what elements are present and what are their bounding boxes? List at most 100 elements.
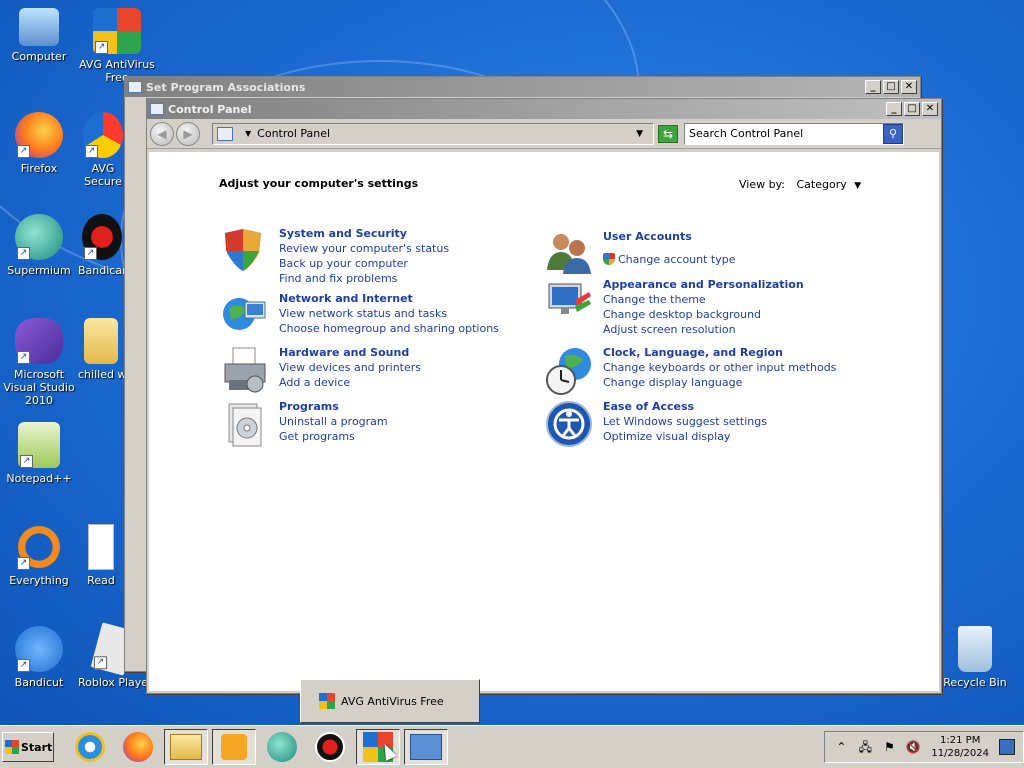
volume-muted-icon[interactable]: 🔇 bbox=[905, 739, 921, 755]
window-titlebar[interactable]: Set Program Associations _ □ ✕ bbox=[125, 77, 920, 97]
avg-antivirus-icon[interactable] bbox=[356, 729, 400, 765]
close-button[interactable]: ✕ bbox=[922, 102, 938, 116]
category-title[interactable]: System and Security bbox=[279, 227, 449, 241]
minimize-button[interactable]: _ bbox=[886, 102, 902, 116]
shield-icon bbox=[221, 227, 271, 277]
network-icon[interactable]: 🖧 bbox=[857, 739, 873, 755]
category-link[interactable]: Add a device bbox=[279, 375, 421, 390]
internet-explorer-icon[interactable] bbox=[68, 729, 112, 765]
system-clock[interactable]: 1:21 PM 11/28/2024 bbox=[931, 734, 989, 760]
category-link[interactable]: Change desktop background bbox=[603, 307, 804, 322]
address-bar[interactable]: ▼ Control Panel ▼ bbox=[212, 122, 654, 145]
search-input[interactable] bbox=[685, 127, 883, 140]
category-link[interactable]: Review your computer's status bbox=[279, 241, 449, 256]
back-button[interactable]: ◀ bbox=[150, 121, 174, 146]
desktop-icon-label: Notepad++ bbox=[6, 472, 72, 485]
breadcrumb[interactable]: Control Panel bbox=[257, 127, 636, 140]
view-by-dropdown[interactable]: Category bbox=[797, 178, 847, 191]
category-link[interactable]: Adjust screen resolution bbox=[603, 322, 804, 337]
taskbar: Start ⌃ 🖧 ⚑ 🔇 1:21 PM 11/28/2024 bbox=[0, 725, 1024, 768]
category-title[interactable]: Hardware and Sound bbox=[279, 346, 421, 360]
category-title[interactable]: Clock, Language, and Region bbox=[603, 346, 836, 360]
category-link[interactable]: Get programs bbox=[279, 429, 388, 444]
window-titlebar[interactable]: Control Panel _ □ ✕ bbox=[147, 99, 941, 119]
desktop-icon-label: Microsoft Visual Studio 2010 bbox=[3, 368, 75, 407]
category-link[interactable]: Choose homegroup and sharing options bbox=[279, 321, 499, 336]
category-link[interactable]: Change display language bbox=[603, 375, 836, 390]
category-link[interactable]: Find and fix problems bbox=[279, 271, 449, 286]
refresh-button[interactable]: ⇆ bbox=[658, 124, 678, 143]
supermium-icon[interactable] bbox=[260, 729, 304, 765]
show-hidden-icons-icon[interactable]: ⌃ bbox=[833, 739, 849, 755]
clock-date: 11/28/2024 bbox=[931, 748, 989, 759]
chevron-down-icon[interactable]: ▼ bbox=[636, 129, 643, 139]
bandicut-icon: ↗ bbox=[15, 626, 63, 672]
control-panel-icon[interactable] bbox=[404, 729, 448, 765]
category-title[interactable]: Ease of Access bbox=[603, 400, 767, 414]
category-link[interactable]: Change keyboards or other input methods bbox=[603, 360, 836, 375]
desktop-icon-label: Read bbox=[87, 574, 115, 587]
category-link[interactable]: Back up your computer bbox=[279, 256, 449, 271]
desktop-icon-supermium[interactable]: ↗ Supermium bbox=[0, 214, 78, 277]
category-link[interactable]: View devices and printers bbox=[279, 360, 421, 375]
action-center-flag-icon[interactable]: ⚑ bbox=[881, 739, 897, 755]
monitor-paint-icon bbox=[545, 278, 595, 328]
search-icon[interactable]: ⚲ bbox=[883, 123, 903, 144]
desktop-icon-label: Bandicam bbox=[78, 264, 126, 277]
users-icon bbox=[545, 230, 595, 280]
desktop-icon-bandicut[interactable]: ↗ Bandicut bbox=[0, 626, 78, 689]
desktop-icon-recycle-bin[interactable]: Recycle Bin bbox=[936, 626, 1014, 689]
desktop-icon-label: AVG Secure Browser bbox=[84, 162, 122, 188]
category-system-security: System and Security Review your computer… bbox=[221, 227, 449, 286]
category-link[interactable]: View network status and tasks bbox=[279, 306, 499, 321]
desktop-icon-visual-studio[interactable]: ↗ Microsoft Visual Studio 2010 bbox=[0, 318, 78, 407]
visual-studio-icon: ↗ bbox=[15, 318, 63, 364]
desktop-icon-avg-antivirus[interactable]: ↗ AVG AntiVirus Free bbox=[78, 8, 156, 84]
desktop-icon-folder[interactable]: chilled wi bbox=[78, 318, 124, 381]
category-link-with-shield[interactable]: Change account type bbox=[603, 252, 736, 267]
desktop-icon-bandicam[interactable]: ↗ Bandicam bbox=[78, 214, 126, 277]
category-title[interactable]: Appearance and Personalization bbox=[603, 278, 804, 292]
minimize-button[interactable]: _ bbox=[865, 80, 881, 94]
explorer-icon[interactable] bbox=[164, 729, 208, 765]
desktop-icon-label: Recycle Bin bbox=[943, 676, 1007, 689]
view-by-label: View by: bbox=[739, 178, 785, 191]
maximize-button[interactable]: □ bbox=[883, 80, 899, 94]
desktop-icon-label: Bandicut bbox=[14, 676, 64, 689]
category-clock-language-region: Clock, Language, and Region Change keybo… bbox=[545, 346, 836, 396]
desktop-icon-computer[interactable]: Computer bbox=[0, 8, 78, 63]
forward-button[interactable]: ▶ bbox=[176, 121, 200, 146]
breadcrumb-arrow-icon[interactable]: ▼ bbox=[245, 129, 251, 138]
category-link[interactable]: Let Windows suggest settings bbox=[603, 414, 767, 429]
desktop-icon-notepadpp[interactable]: ↗ Notepad++ bbox=[0, 422, 78, 485]
desktop-icon-label: Roblox Player bbox=[78, 676, 148, 689]
window-title: Set Program Associations bbox=[146, 80, 306, 94]
desktop-icon-document[interactable]: Read bbox=[78, 524, 124, 587]
desktop-icon-avg-browser[interactable]: ↗ AVG Secure Browser bbox=[78, 112, 128, 188]
start-label: Start bbox=[21, 740, 53, 754]
close-button[interactable]: ✕ bbox=[901, 80, 917, 94]
media-player-icon[interactable] bbox=[212, 729, 256, 765]
desktop-icon-firefox[interactable]: ↗ Firefox bbox=[0, 112, 78, 175]
category-title[interactable]: User Accounts bbox=[603, 230, 736, 244]
category-title[interactable]: Programs bbox=[279, 400, 388, 414]
category-title[interactable]: Network and Internet bbox=[279, 292, 499, 306]
avg-antivirus-icon bbox=[319, 693, 335, 709]
desktop-icon-everything[interactable]: ↗ Everything bbox=[0, 524, 78, 587]
control-panel-window[interactable]: Control Panel _ □ ✕ ◀ ▶ ▼ Control Panel … bbox=[146, 98, 942, 694]
start-button[interactable]: Start bbox=[2, 732, 54, 762]
desktop-icon-label: Everything bbox=[9, 574, 69, 587]
printer-icon bbox=[221, 346, 271, 396]
maximize-button[interactable]: □ bbox=[904, 102, 920, 116]
search-box[interactable]: ⚲ bbox=[684, 122, 904, 145]
document-icon bbox=[88, 524, 114, 570]
show-desktop-icon[interactable] bbox=[999, 739, 1015, 755]
chevron-down-icon[interactable]: ▼ bbox=[854, 181, 861, 191]
category-link[interactable]: Uninstall a program bbox=[279, 414, 388, 429]
bandicam-icon: ↗ bbox=[82, 214, 122, 260]
desktop-icon-label: Computer bbox=[11, 50, 67, 63]
firefox-icon[interactable] bbox=[116, 729, 160, 765]
bandicam-icon[interactable] bbox=[308, 729, 352, 765]
category-link[interactable]: Optimize visual display bbox=[603, 429, 767, 444]
category-link[interactable]: Change the theme bbox=[603, 292, 804, 307]
